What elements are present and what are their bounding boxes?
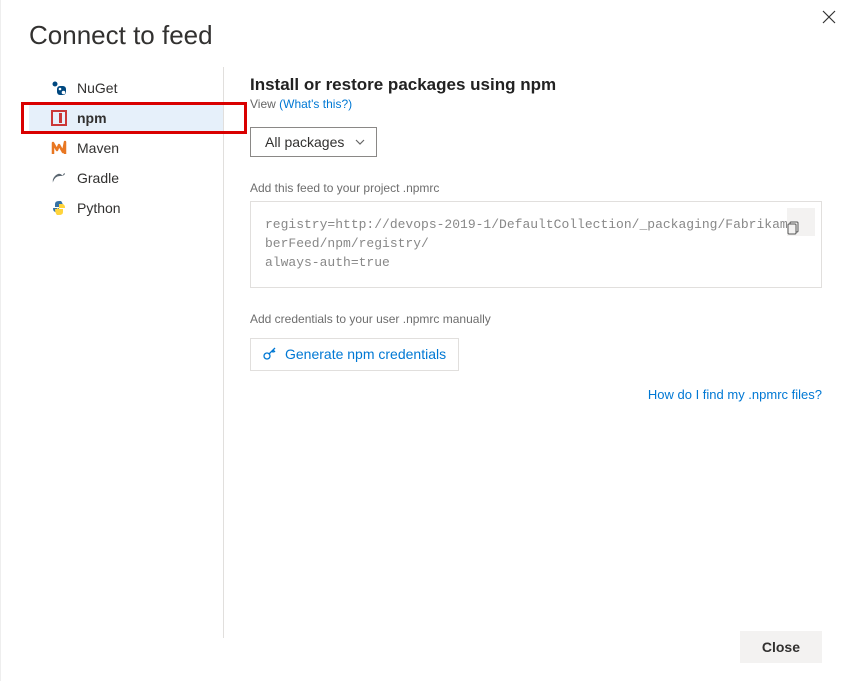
maven-icon (51, 140, 67, 156)
sidebar: NuGet npm Maven Gradle (29, 67, 224, 638)
npm-icon (51, 110, 67, 126)
sidebar-item-label: Gradle (77, 170, 119, 186)
sidebar-item-python[interactable]: Python (29, 193, 223, 223)
key-icon (263, 346, 277, 363)
nuget-icon (51, 80, 67, 96)
copy-icon (787, 183, 815, 260)
main-title: Install or restore packages using npm (250, 75, 822, 95)
sidebar-item-maven[interactable]: Maven (29, 133, 223, 163)
whats-this-link[interactable]: (What's this?) (279, 97, 352, 111)
section2-label: Add credentials to your user .npmrc manu… (250, 312, 822, 326)
chevron-down-icon (354, 136, 366, 148)
sidebar-item-label: Python (77, 200, 121, 216)
npmrc-code-block: registry=http://devops-2019-1/DefaultCol… (250, 201, 822, 288)
sidebar-item-label: Maven (77, 140, 119, 156)
dialog-title: Connect to feed (29, 0, 822, 67)
section1-label: Add this feed to your project .npmrc (250, 181, 822, 195)
view-label: View (250, 97, 276, 111)
main-content: Install or restore packages using npm Vi… (224, 67, 822, 638)
sidebar-item-nuget[interactable]: NuGet (29, 73, 223, 103)
sidebar-item-gradle[interactable]: Gradle (29, 163, 223, 193)
sidebar-item-label: npm (77, 110, 107, 126)
view-row: View (What's this?) (250, 97, 822, 111)
code-text: registry=http://devops-2019-1/DefaultCol… (265, 217, 803, 270)
python-icon (51, 200, 67, 216)
close-icon[interactable] (822, 10, 836, 24)
help-link[interactable]: How do I find my .npmrc files? (648, 387, 822, 402)
copy-button[interactable] (787, 208, 815, 236)
sidebar-item-label: NuGet (77, 80, 117, 96)
generate-credentials-button[interactable]: Generate npm credentials (250, 338, 459, 371)
sidebar-item-npm[interactable]: npm (29, 103, 223, 133)
dropdown-value: All packages (265, 134, 344, 150)
gradle-icon (51, 170, 67, 186)
generate-label: Generate npm credentials (285, 346, 446, 362)
close-button[interactable]: Close (740, 631, 822, 663)
packages-dropdown[interactable]: All packages (250, 127, 377, 157)
